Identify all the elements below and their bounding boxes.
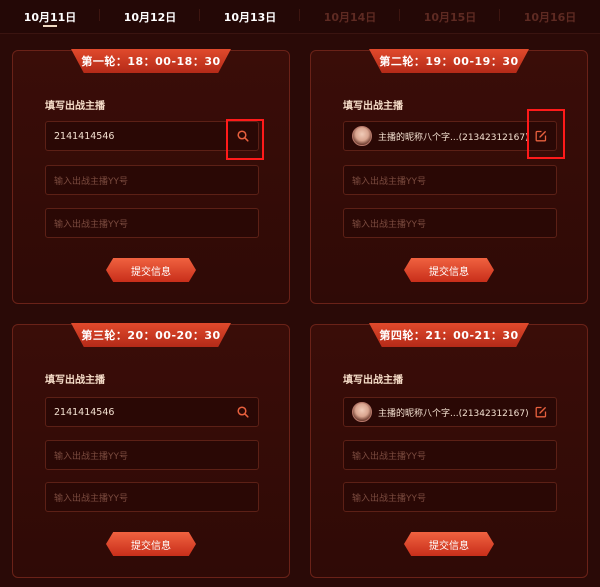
section-label: 填写出战主播 — [343, 101, 403, 112]
tab-10-15: 10月15日 — [400, 0, 500, 33]
round-title: 第一轮：18：00-18：30 — [71, 49, 231, 73]
tab-10-14: 10月14日 — [300, 0, 400, 33]
yy-input-1[interactable]: 输入出战主播YY号 — [343, 165, 557, 195]
yy-input-placeholder: 输入出战主播YY号 — [54, 219, 128, 230]
yy-input-placeholder: 输入出战主播YY号 — [352, 493, 426, 504]
anchor-name: 主播的昵称八个字...(21342312167) — [378, 132, 529, 143]
edit-icon[interactable] — [530, 125, 552, 147]
submit-button[interactable]: 提交信息 — [106, 258, 196, 282]
date-tabs: 10月11日 10月12日 10月13日 10月14日 10月15日 10月16… — [0, 0, 600, 34]
anchor-selected[interactable]: 主播的昵称八个字...(21342312167) — [343, 121, 557, 151]
yy-input-placeholder: 输入出战主播YY号 — [54, 176, 128, 187]
tab-label: 10月11日 — [23, 10, 77, 24]
anchor-selected[interactable]: 主播的昵称八个字...(21342312167) — [343, 397, 557, 427]
round-title: 第二轮：19：00-19：30 — [369, 49, 529, 73]
yy-input-placeholder: 输入出战主播YY号 — [54, 451, 128, 462]
tab-label: 10月12日 — [123, 10, 177, 24]
anchor-input-value: 2141414546 — [54, 406, 115, 418]
yy-input-2[interactable]: 输入出战主播YY号 — [343, 208, 557, 238]
tab-label: 10月16日 — [523, 10, 577, 24]
anchor-name: 主播的昵称八个字...(21342312167) — [378, 408, 529, 419]
active-tab-indicator — [43, 25, 57, 27]
round-title: 第三轮：20：00-20：30 — [71, 323, 231, 347]
yy-input-placeholder: 输入出战主播YY号 — [352, 219, 426, 230]
round-card-4: 第四轮：21：00-21：30 填写出战主播 主播的昵称八个字...(21342… — [310, 323, 588, 578]
search-icon[interactable] — [232, 401, 254, 423]
yy-input-1[interactable]: 输入出战主播YY号 — [45, 165, 259, 195]
yy-input-2[interactable]: 输入出战主播YY号 — [45, 482, 259, 512]
round-card-1: 第一轮：18：00-18：30 填写出战主播 2141414546 输入出战主播… — [12, 49, 290, 304]
tab-label: 10月13日 — [223, 10, 277, 24]
section-label: 填写出战主播 — [45, 375, 105, 386]
yy-input-1[interactable]: 输入出战主播YY号 — [45, 440, 259, 470]
round-card-3: 第三轮：20：00-20：30 填写出战主播 2141414546 输入出战主播… — [12, 323, 290, 578]
submit-button[interactable]: 提交信息 — [404, 532, 494, 556]
avatar — [352, 402, 372, 422]
anchor-input[interactable]: 2141414546 — [45, 397, 259, 427]
section-label: 填写出战主播 — [343, 375, 403, 386]
yy-input-placeholder: 输入出战主播YY号 — [54, 493, 128, 504]
tab-10-16: 10月16日 — [500, 0, 600, 33]
tab-label: 10月15日 — [423, 10, 477, 24]
round-card-2: 第二轮：19：00-19：30 填写出战主播 主播的昵称八个字...(21342… — [310, 49, 588, 304]
yy-input-2[interactable]: 输入出战主播YY号 — [343, 482, 557, 512]
anchor-input-value: 2141414546 — [54, 130, 115, 142]
round-title: 第四轮：21：00-21：30 — [369, 323, 529, 347]
tab-10-12[interactable]: 10月12日 — [100, 0, 200, 33]
search-icon[interactable] — [232, 125, 254, 147]
avatar — [352, 126, 372, 146]
section-label: 填写出战主播 — [45, 101, 105, 112]
tab-10-13[interactable]: 10月13日 — [200, 0, 300, 33]
tab-10-11[interactable]: 10月11日 — [0, 0, 100, 33]
submit-button[interactable]: 提交信息 — [106, 532, 196, 556]
edit-icon[interactable] — [530, 401, 552, 423]
submit-button[interactable]: 提交信息 — [404, 258, 494, 282]
yy-input-placeholder: 输入出战主播YY号 — [352, 176, 426, 187]
anchor-input[interactable]: 2141414546 — [45, 121, 259, 151]
yy-input-2[interactable]: 输入出战主播YY号 — [45, 208, 259, 238]
tab-label: 10月14日 — [323, 10, 377, 24]
yy-input-1[interactable]: 输入出战主播YY号 — [343, 440, 557, 470]
yy-input-placeholder: 输入出战主播YY号 — [352, 451, 426, 462]
